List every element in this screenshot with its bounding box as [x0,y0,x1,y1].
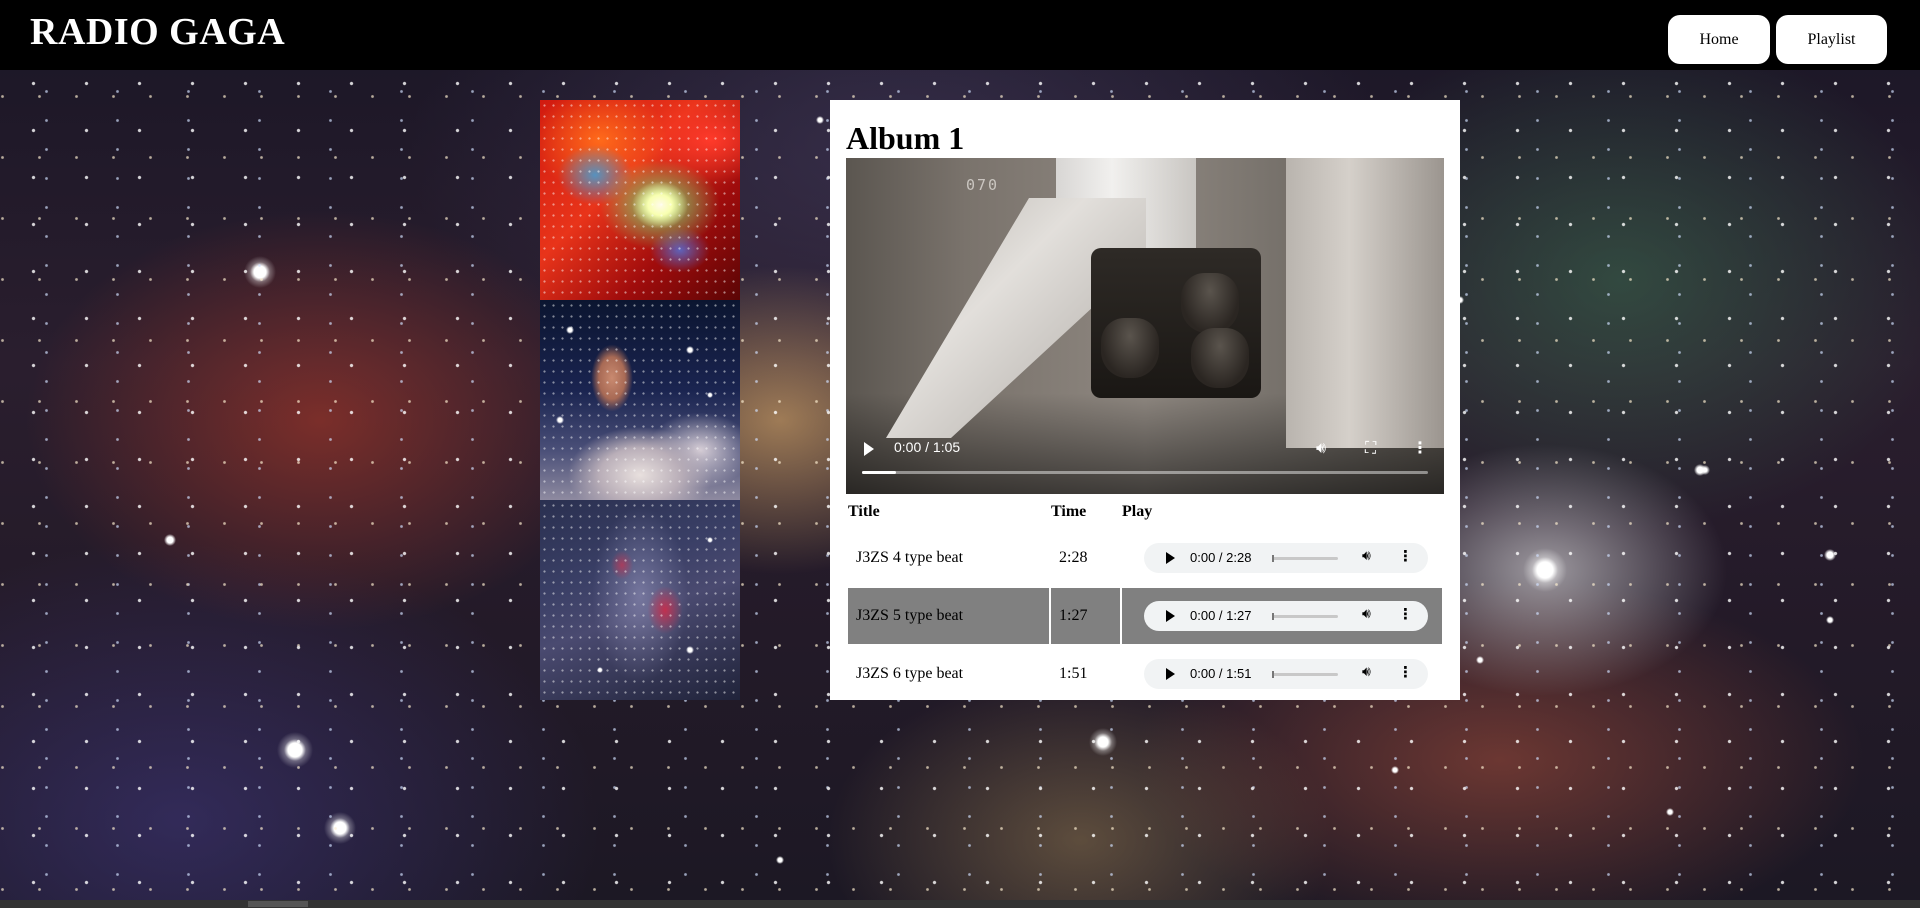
album-title: Album 1 [846,120,965,156]
volume-icon[interactable]: 🔊︎ [1362,664,1371,680]
play-icon[interactable] [1166,552,1175,564]
horsehead-nebula-image [540,300,740,500]
album-card: Album 1 070 0:00 / 1:05 🔊︎ ⛶ ⋮ Title Tim… [830,100,1460,700]
fullscreen-icon[interactable]: ⛶ [1365,438,1376,458]
play-icon[interactable] [1166,610,1175,622]
track-row: J3ZS 6 type beat 1:51 0:00 / 1:51 🔊︎ ⋮ [848,646,1442,702]
volume-icon[interactable]: 🔊︎ [1316,438,1326,458]
video-player[interactable]: 070 0:00 / 1:05 🔊︎ ⛶ ⋮ [846,158,1444,494]
more-options-icon[interactable]: ⋮ [1412,438,1428,458]
video-time: 0:00 / 1:05 [894,439,961,455]
shuttle-engines [1091,248,1261,398]
audio-progress-bar[interactable] [1272,671,1338,678]
milky-way-image [540,500,740,700]
track-title: J3ZS 5 type beat [848,588,1049,644]
track-row: J3ZS 5 type beat 1:27 0:00 / 1:27 🔊︎ ⋮ [848,588,1442,644]
main-nav: Home Playlist [1668,15,1887,64]
scrollbar-thumb[interactable] [248,901,308,907]
track-play-cell: 0:00 / 1:27 🔊︎ ⋮ [1122,588,1442,644]
play-icon[interactable] [864,442,874,456]
engine-bell [1191,328,1249,388]
video-controls: 0:00 / 1:05 🔊︎ ⛶ ⋮ [846,424,1444,494]
engine-bell [1181,273,1239,333]
volume-icon[interactable]: 🔊︎ [1362,548,1371,564]
horizontal-scrollbar[interactable] [0,900,1920,908]
track-duration: 1:27 [1051,588,1120,644]
audio-time: 0:00 / 2:28 [1190,550,1252,565]
playlist-button[interactable]: Playlist [1776,15,1887,64]
audio-progress-bar[interactable] [1272,613,1338,620]
track-title: J3ZS 6 type beat [856,665,964,682]
track-duration: 1:51 [1059,665,1088,682]
track-duration: 2:28 [1059,549,1088,566]
play-column-header: Play [1122,503,1153,520]
track-table: Title Time Play J3ZS 4 type beat 2:28 0:… [846,498,1444,704]
more-options-icon[interactable]: ⋮ [1398,605,1413,623]
video-overlay-text: 070 [966,176,1000,194]
orion-nebula-image [540,100,740,300]
launch-tower [1286,158,1444,448]
site-brand: RADIO GAGA [30,11,286,53]
audio-player[interactable]: 0:00 / 1:27 🔊︎ ⋮ [1144,601,1428,631]
audio-progress-bar[interactable] [1272,555,1338,562]
track-play-cell: 0:00 / 2:28 🔊︎ ⋮ [1122,530,1442,586]
track-row: J3ZS 4 type beat 2:28 0:00 / 2:28 🔊︎ ⋮ [848,530,1442,586]
time-column-header: Time [1051,503,1087,520]
audio-player[interactable]: 0:00 / 1:51 🔊︎ ⋮ [1144,659,1428,689]
play-icon[interactable] [1166,668,1175,680]
title-column-header: Title [848,503,880,520]
audio-player[interactable]: 0:00 / 2:28 🔊︎ ⋮ [1144,543,1428,573]
video-progress-bar[interactable] [862,471,1428,474]
top-bar: RADIO GAGA Home Playlist [0,0,1920,70]
track-table-header: Title Time Play [848,500,1442,528]
album-art-column [540,100,740,700]
audio-time: 0:00 / 1:51 [1190,666,1252,681]
more-options-icon[interactable]: ⋮ [1398,547,1413,565]
video-progress-fill [862,471,896,474]
engine-bell [1101,318,1159,378]
audio-time: 0:00 / 1:27 [1190,608,1252,623]
more-options-icon[interactable]: ⋮ [1398,663,1413,681]
home-button[interactable]: Home [1668,15,1770,64]
track-play-cell: 0:00 / 1:51 🔊︎ ⋮ [1122,646,1442,702]
track-title: J3ZS 4 type beat [856,549,964,566]
volume-icon[interactable]: 🔊︎ [1362,606,1371,622]
